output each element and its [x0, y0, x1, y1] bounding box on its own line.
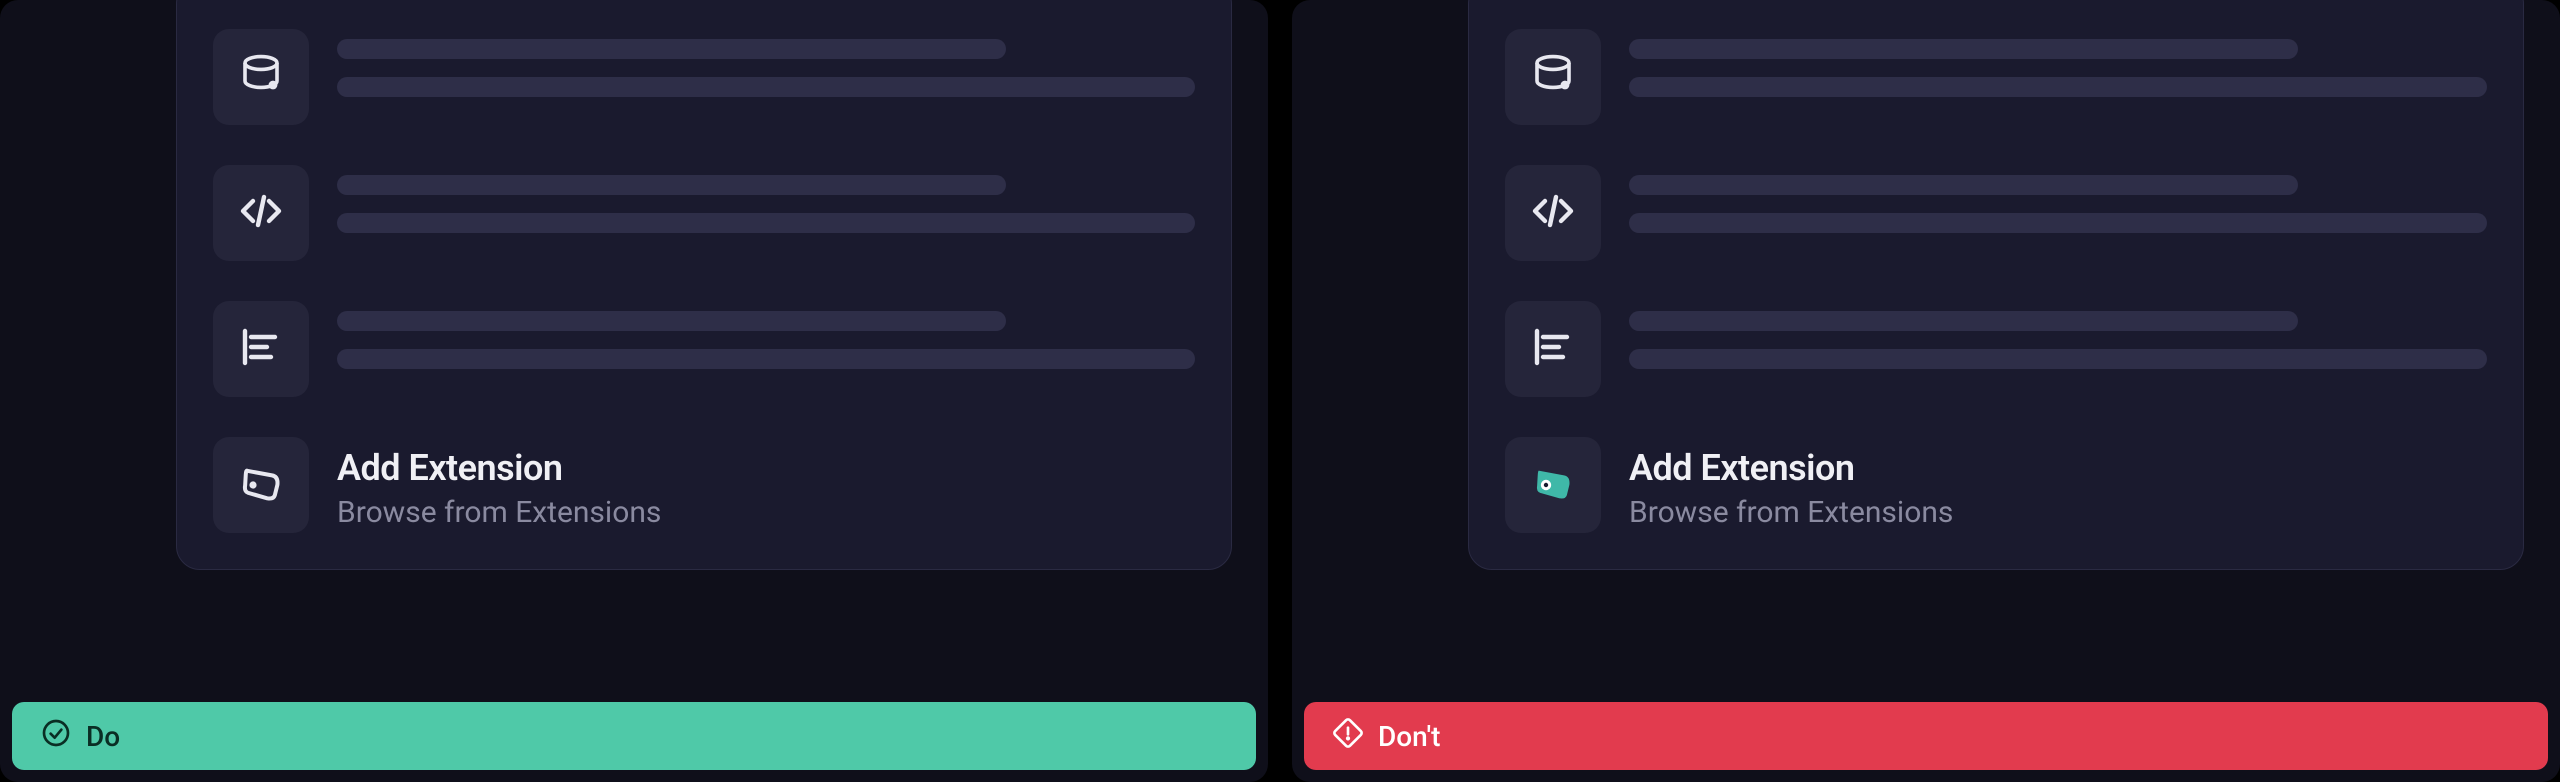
list-item-text: [337, 301, 1195, 387]
extension-list-card: Add Extension Browse from Extensions: [176, 0, 1232, 570]
bar-chart-icon: [1529, 323, 1577, 375]
do-label: Do: [86, 720, 120, 753]
placeholder-subtitle: [1629, 213, 2487, 233]
placeholder-subtitle: [1629, 349, 2487, 369]
list-item-text: [1629, 29, 2487, 115]
list-item-text: [337, 165, 1195, 251]
extension-icon-tile: [213, 29, 309, 125]
code-icon: [237, 187, 285, 239]
list-item-text: [1629, 165, 2487, 251]
add-extension-text: Add Extension Browse from Extensions: [1629, 437, 2487, 530]
add-extension-icon-tile: [1505, 437, 1601, 533]
cylinder-icon: [1529, 51, 1577, 103]
placeholder-title: [337, 175, 1006, 195]
list-item[interactable]: [213, 29, 1195, 125]
placeholder-title: [1629, 311, 2298, 331]
list-item[interactable]: [1505, 29, 2487, 125]
do-status-bar: Do: [12, 702, 1256, 770]
add-extension-text: Add Extension Browse from Extensions: [337, 437, 1195, 530]
extension-list-card: Add Extension Browse from Extensions: [1468, 0, 2524, 570]
do-panel-body: Add Extension Browse from Extensions: [0, 0, 1268, 690]
add-extension-title: Add Extension: [337, 447, 1195, 489]
cylinder-icon: [237, 51, 285, 103]
add-extension-title: Add Extension: [1629, 447, 2487, 489]
extension-icon-tile: [1505, 29, 1601, 125]
comparison-container: Add Extension Browse from Extensions Do: [0, 0, 2560, 782]
alert-diamond-icon: [1332, 717, 1364, 756]
extension-icon-tile: [1505, 165, 1601, 261]
dont-panel-body: Add Extension Browse from Extensions: [1292, 0, 2560, 690]
placeholder-title: [1629, 39, 2298, 59]
extension-icon-tile: [213, 165, 309, 261]
add-extension-row[interactable]: Add Extension Browse from Extensions: [1505, 437, 2487, 533]
check-circle-icon: [40, 717, 72, 756]
code-icon: [1529, 187, 1577, 239]
list-item[interactable]: [1505, 301, 2487, 397]
do-example-panel: Add Extension Browse from Extensions Do: [0, 0, 1268, 782]
dont-example-panel: Add Extension Browse from Extensions Don…: [1292, 0, 2560, 782]
placeholder-subtitle: [337, 349, 1195, 369]
placeholder-title: [337, 39, 1006, 59]
add-extension-subtitle: Browse from Extensions: [1629, 495, 2487, 530]
placeholder-title: [337, 311, 1006, 331]
add-extension-row[interactable]: Add Extension Browse from Extensions: [213, 437, 1195, 533]
placeholder-subtitle: [337, 213, 1195, 233]
bar-chart-icon: [237, 323, 285, 375]
extension-colored-logo-icon: [1529, 459, 1577, 511]
list-item[interactable]: [213, 165, 1195, 261]
list-item[interactable]: [1505, 165, 2487, 261]
placeholder-subtitle: [1629, 77, 2487, 97]
placeholder-title: [1629, 175, 2298, 195]
add-extension-subtitle: Browse from Extensions: [337, 495, 1195, 530]
placeholder-subtitle: [337, 77, 1195, 97]
extension-icon-tile: [213, 301, 309, 397]
extension-outline-icon: [237, 459, 285, 511]
dont-status-bar: Don't: [1304, 702, 2548, 770]
add-extension-icon-tile: [213, 437, 309, 533]
list-item-text: [337, 29, 1195, 115]
dont-label: Don't: [1378, 720, 1440, 753]
extension-icon-tile: [1505, 301, 1601, 397]
list-item[interactable]: [213, 301, 1195, 397]
list-item-text: [1629, 301, 2487, 387]
